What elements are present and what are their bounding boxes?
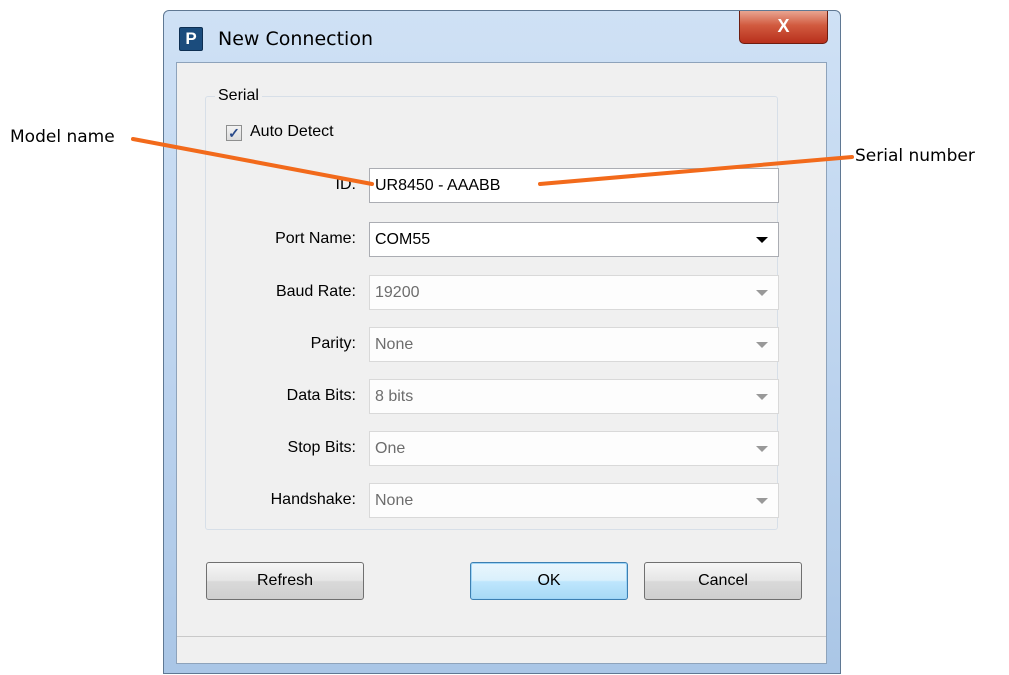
refresh-button[interactable]: Refresh [206, 562, 364, 600]
new-connection-dialog: P New Connection X Serial ✓ Auto Detect … [163, 10, 841, 674]
id-label: ID: [335, 176, 356, 193]
dialog-body: Serial ✓ Auto Detect ID: UR8450 - AAABB … [176, 62, 827, 664]
stop-bits-label: Stop Bits: [287, 439, 356, 456]
handshake-select: None [369, 483, 779, 518]
close-button[interactable]: X [739, 11, 828, 44]
data-bits-value: 8 bits [375, 388, 414, 405]
parity-select: None [369, 327, 779, 362]
port-name-select[interactable]: COM55 [369, 222, 779, 257]
id-field[interactable]: UR8450 - AAABB [369, 168, 779, 203]
chevron-down-icon [756, 498, 768, 504]
chevron-down-icon [756, 290, 768, 296]
annotation-model-name: Model name [10, 127, 115, 147]
status-bar [177, 636, 826, 663]
ok-button[interactable]: OK [470, 562, 628, 600]
data-bits-label: Data Bits: [286, 387, 356, 404]
chevron-down-icon [756, 446, 768, 452]
handshake-value: None [375, 492, 414, 509]
baud-rate-select: 19200 [369, 275, 779, 310]
auto-detect-checkbox[interactable]: ✓ [226, 125, 242, 141]
chevron-down-icon [756, 394, 768, 400]
handshake-label: Handshake: [270, 491, 356, 508]
window-title: New Connection [218, 28, 373, 50]
port-name-label: Port Name: [275, 230, 356, 247]
annotation-serial-number: Serial number [855, 146, 975, 166]
cancel-button[interactable]: Cancel [644, 562, 802, 600]
parity-value: None [375, 336, 414, 353]
baud-rate-value: 19200 [375, 284, 420, 301]
chevron-down-icon [756, 342, 768, 348]
data-bits-select: 8 bits [369, 379, 779, 414]
serial-group-label: Serial [215, 87, 262, 105]
stop-bits-select: One [369, 431, 779, 466]
title-bar[interactable]: P New Connection X [164, 11, 840, 61]
baud-rate-label: Baud Rate: [275, 283, 356, 300]
parity-label: Parity: [310, 335, 356, 352]
port-name-value: COM55 [375, 231, 431, 248]
stop-bits-value: One [375, 440, 406, 457]
auto-detect-label[interactable]: Auto Detect [250, 123, 334, 141]
app-logo-icon: P [179, 27, 203, 51]
chevron-down-icon[interactable] [756, 237, 768, 243]
